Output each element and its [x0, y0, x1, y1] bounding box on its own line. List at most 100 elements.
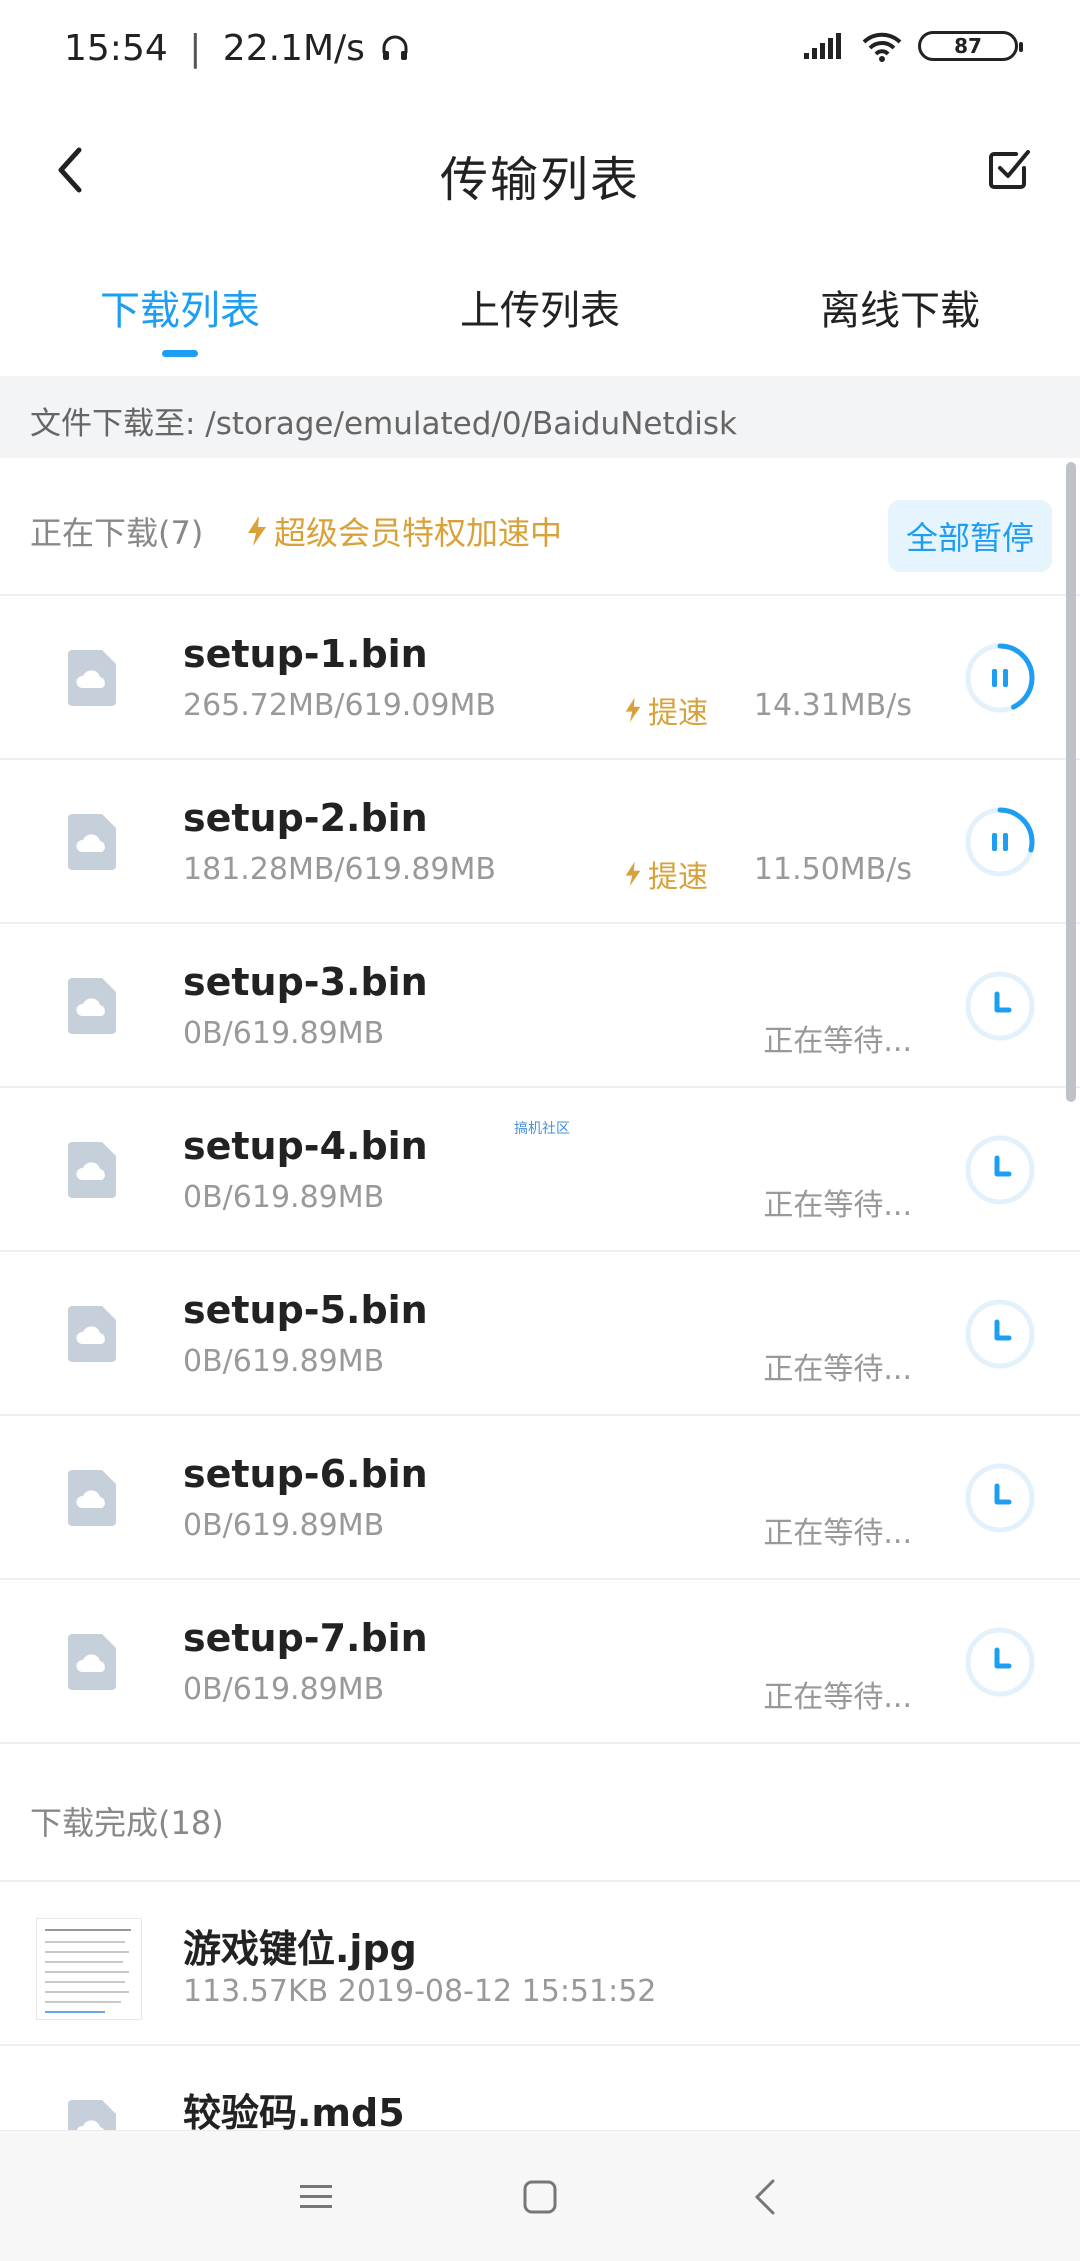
waiting-status: 正在等待...: [763, 1516, 912, 1551]
downloading-section-header: 正在下载(7) 超级会员特权加速中 全部暂停: [0, 458, 1080, 594]
waiting-clock-button[interactable]: [964, 1462, 1036, 1534]
back-chevron-icon: [754, 2179, 775, 2215]
home-button[interactable]: [510, 2167, 570, 2227]
tab-bar: 下载列表 上传列表 离线下载: [0, 260, 1080, 375]
boost-label: 提速: [648, 860, 708, 895]
download-speed: 11.50MB/s: [753, 852, 912, 887]
file-icon: [68, 1470, 116, 1526]
downloading-title: 正在下载(7): [30, 514, 204, 552]
tab-label: 上传列表: [460, 288, 620, 334]
tab-download-list[interactable]: 下载列表: [0, 260, 360, 375]
tab-offline-download[interactable]: 离线下载: [720, 260, 1080, 375]
lightning-icon: [625, 697, 641, 723]
pause-button[interactable]: [964, 642, 1036, 714]
waiting-status: 正在等待...: [763, 1352, 912, 1387]
pause-button[interactable]: [964, 806, 1036, 878]
download-item[interactable]: setup-3.bin 0B/619.89MB 正在等待...: [0, 924, 1080, 1088]
lightning-icon: [625, 861, 641, 887]
page-title: 传输列表: [439, 152, 640, 208]
download-item[interactable]: setup-5.bin 0B/619.89MB 正在等待...: [0, 1252, 1080, 1416]
app-header: 传输列表: [0, 100, 1080, 240]
waiting-clock-button[interactable]: [964, 1134, 1036, 1206]
file-size: 0B/619.89MB: [183, 1180, 385, 1215]
file-icon: [68, 1142, 116, 1198]
status-indicators: 87: [802, 30, 1023, 62]
file-icon: [68, 650, 116, 706]
file-name: setup-4.bin: [183, 1124, 428, 1168]
download-path-banner: 文件下载至: /storage/emulated/0/BaiduNetdisk: [0, 376, 1080, 458]
pause-icon: [992, 833, 1008, 851]
clock-icon: [994, 1647, 1012, 1669]
battery-icon: 87: [918, 31, 1023, 61]
download-item[interactable]: setup-2.bin 181.28MB/619.89MB 提速 11.50MB/s: [0, 760, 1080, 924]
file-name: 较验码.md5: [183, 2091, 405, 2135]
file-size: 0B/619.89MB: [183, 1016, 385, 1051]
file-size: 181.28MB/619.89MB: [183, 852, 496, 887]
scrollbar[interactable]: [1066, 462, 1076, 1102]
headphones-icon: [382, 35, 408, 60]
clock-icon: [994, 991, 1012, 1013]
system-back-button[interactable]: [735, 2167, 795, 2227]
file-size: 265.72MB/619.09MB: [183, 688, 496, 723]
file-name: setup-7.bin: [183, 1616, 428, 1660]
waiting-status: 正在等待...: [763, 1024, 912, 1059]
file-icon: [68, 1306, 116, 1362]
status-time-group: 15:54 | 22.1M/s: [64, 28, 410, 69]
vip-acceleration-note: 超级会员特权加速中: [246, 508, 562, 554]
clock-icon: [994, 1483, 1012, 1505]
file-size: 0B/619.89MB: [183, 1672, 385, 1707]
lightning-icon: [248, 516, 266, 546]
status-separator: |: [189, 28, 202, 69]
multi-select-button[interactable]: [980, 138, 1040, 198]
status-bar: 15:54 | 22.1M/s 87: [0, 0, 1080, 100]
list-item[interactable]: 游戏键位.jpg 113.57KB 2019-08-12 15:51:52: [0, 1882, 1080, 2046]
file-name: setup-2.bin: [183, 796, 428, 840]
battery-level: 87: [954, 34, 982, 58]
file-icon: [68, 978, 116, 1034]
tab-upload-list[interactable]: 上传列表: [360, 260, 720, 375]
image-thumbnail: [36, 1918, 142, 2020]
status-time: 15:54: [64, 28, 168, 69]
file-name: setup-1.bin: [183, 632, 428, 676]
download-item[interactable]: setup-1.bin 265.72MB/619.09MB 提速 14.31MB/s: [0, 596, 1080, 760]
system-nav-bar: [0, 2130, 1080, 2261]
file-icon: [68, 814, 116, 870]
signal-icon: [804, 33, 841, 59]
home-square-icon: [523, 2180, 557, 2214]
file-name: setup-5.bin: [183, 1288, 428, 1332]
download-path-text: 文件下载至: /storage/emulated/0/BaiduNetdisk: [30, 406, 738, 442]
checkbox-edit-icon: [989, 150, 1030, 189]
file-size: 0B/619.89MB: [183, 1344, 385, 1379]
boost-badge: 提速: [624, 688, 708, 732]
menu-button[interactable]: [286, 2167, 346, 2227]
pause-all-button[interactable]: 全部暂停: [888, 500, 1052, 572]
download-item[interactable]: setup-4.bin 0B/619.89MB 正在等待...: [0, 1088, 1080, 1252]
file-meta: 113.57KB 2019-08-12 15:51:52: [183, 1974, 657, 2009]
file-name: setup-3.bin: [183, 960, 428, 1004]
pause-icon: [992, 669, 1008, 687]
waiting-clock-button[interactable]: [964, 1626, 1036, 1698]
download-item[interactable]: setup-7.bin 0B/619.89MB 正在等待...: [0, 1580, 1080, 1744]
download-item[interactable]: setup-6.bin 0B/619.89MB 正在等待...: [0, 1416, 1080, 1580]
tab-label: 下载列表: [100, 288, 260, 334]
network-speed: 22.1M/s: [222, 28, 365, 69]
watermark: 搞机社区: [514, 1121, 570, 1137]
waiting-status: 正在等待...: [763, 1188, 912, 1223]
file-name: setup-6.bin: [183, 1452, 428, 1496]
wifi-icon: [862, 32, 902, 62]
waiting-status: 正在等待...: [763, 1680, 912, 1715]
file-name: 游戏键位.jpg: [183, 1927, 417, 1971]
waiting-clock-button[interactable]: [964, 1298, 1036, 1370]
clock-icon: [994, 1155, 1012, 1177]
completed-title: 下载完成(18): [30, 1804, 224, 1842]
boost-label: 提速: [648, 696, 708, 731]
menu-icon: [300, 2185, 332, 2208]
file-icon: [68, 1634, 116, 1690]
vip-note-text: 超级会员特权加速中: [274, 514, 563, 552]
download-speed: 14.31MB/s: [753, 688, 912, 723]
waiting-clock-button[interactable]: [964, 970, 1036, 1042]
active-tab-indicator: [162, 350, 198, 357]
clock-icon: [994, 1319, 1012, 1341]
boost-badge: 提速: [624, 852, 708, 896]
file-size: 0B/619.89MB: [183, 1508, 385, 1543]
